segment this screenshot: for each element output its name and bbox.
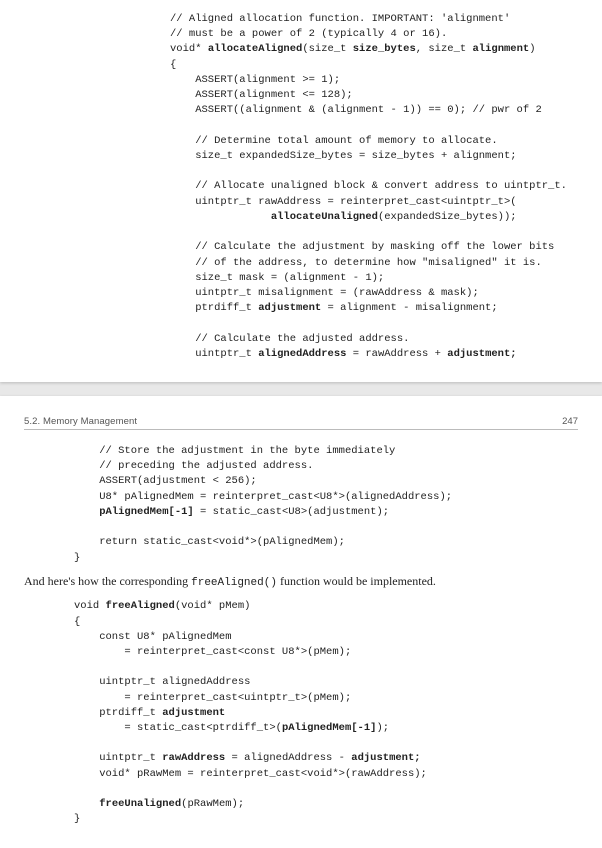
page-number: 247 (562, 416, 578, 427)
page-lower: 5.2. Memory Management 247 // Store the … (0, 396, 602, 848)
page-header: 5.2. Memory Management 247 (24, 416, 578, 430)
para-text-pre: And here's how the corresponding (24, 574, 191, 588)
code-block-free: void freeAligned(void* pMem) { const U8*… (74, 599, 578, 827)
paragraph-free-intro: And here's how the corresponding freeAli… (24, 572, 578, 592)
code-block-store: // Store the adjustment in the byte imme… (74, 444, 578, 566)
para-text-post: function would be implemented. (277, 574, 436, 588)
code-block-allocate: // Aligned allocation function. IMPORTAN… (170, 12, 582, 362)
inline-code-freealigned: freeAligned() (191, 577, 277, 589)
page-upper: // Aligned allocation function. IMPORTAN… (0, 0, 602, 382)
section-title: 5.2. Memory Management (24, 416, 137, 427)
